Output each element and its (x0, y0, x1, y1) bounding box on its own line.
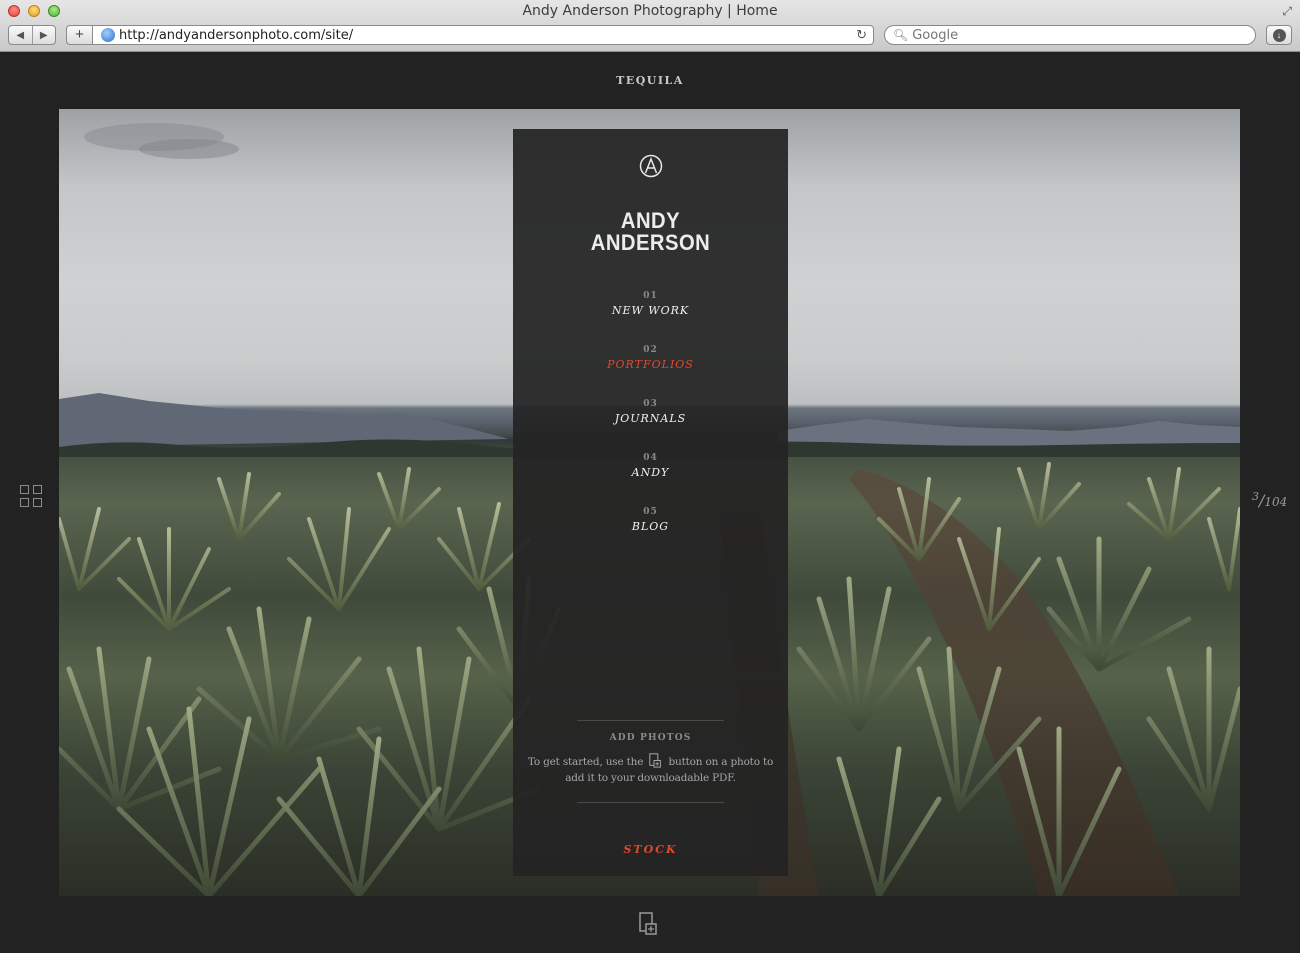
nav-item-number: 05 (643, 507, 658, 517)
nav-item-number: 01 (643, 291, 658, 301)
back-arrow-icon: ◀ (16, 29, 25, 41)
browser-chrome: Andy Anderson Photography | Home ⤢ ◀ ▶ +… (0, 0, 1300, 52)
nav-item-label: BLOG (631, 520, 670, 533)
add-photos-instructions: To get started, use the button on a phot… (523, 753, 778, 786)
add-photos-heading: ADD PHOTOS (609, 733, 692, 743)
url-input[interactable] (119, 27, 839, 43)
nav-item-label: NEW WORK (611, 304, 690, 317)
fullscreen-icon[interactable]: ⤢ (1282, 4, 1292, 19)
nav-item-label: PORTFOLIOS (607, 358, 694, 371)
photo-counter: 3/104 (1252, 490, 1288, 510)
history-buttons: ◀ ▶ (8, 25, 56, 45)
add-to-pdf-icon[interactable] (639, 912, 657, 936)
globe-icon (101, 28, 115, 42)
forward-arrow-icon: ▶ (39, 29, 48, 41)
nav-item-journals[interactable]: 03 JOURNALS (513, 399, 788, 425)
nav-item-new-work[interactable]: 01 NEW WORK (513, 291, 788, 317)
download-icon: ↓ (1272, 28, 1286, 42)
address-bar[interactable]: ↻ (92, 25, 874, 45)
stock-link[interactable]: STOCK (513, 843, 788, 856)
add-to-pdf-icon (649, 753, 662, 768)
gallery-title: TEQUILA (616, 74, 684, 87)
photo-counter-total: 104 (1264, 495, 1288, 509)
nav-item-label: JOURNALS (614, 412, 687, 425)
downloads-button[interactable]: ↓ (1266, 25, 1292, 45)
nav-item-blog[interactable]: 05 BLOG (513, 507, 788, 533)
divider (577, 802, 724, 803)
nav-item-portfolios[interactable]: 02 PORTFOLIOS (513, 345, 788, 371)
logo-a-circle-icon[interactable] (639, 154, 663, 178)
page: TEQUILA 3/104 ANDY ANDERSON 01 NEW WORK … (0, 53, 1300, 953)
add-bookmark-button[interactable]: + (66, 25, 92, 45)
search-input[interactable] (912, 27, 1233, 43)
nav-item-label: ANDY (631, 466, 670, 479)
site-menu-panel: ANDY ANDERSON 01 NEW WORK 02 PORTFOLIOS … (513, 129, 788, 876)
forward-button[interactable]: ▶ (31, 26, 56, 44)
site-brand[interactable]: ANDY ANDERSON (513, 210, 788, 254)
divider (577, 720, 724, 721)
nav-item-number: 02 (643, 345, 658, 355)
back-button[interactable]: ◀ (9, 26, 32, 44)
brand-first-name: ANDY (620, 208, 681, 233)
window-title: Andy Anderson Photography | Home (522, 3, 778, 19)
grid-view-icon[interactable] (20, 485, 42, 507)
nav-item-number: 04 (643, 453, 658, 463)
search-icon: 🔍︎ (893, 28, 909, 42)
reload-icon[interactable]: ↻ (856, 27, 867, 43)
search-bar[interactable]: 🔍︎ (884, 25, 1256, 45)
nav-item-number: 03 (643, 399, 658, 409)
brand-last-name: ANDERSON (590, 230, 711, 255)
photo-counter-current: 3 (1252, 490, 1259, 503)
nav-item-andy[interactable]: 04 ANDY (513, 453, 788, 479)
